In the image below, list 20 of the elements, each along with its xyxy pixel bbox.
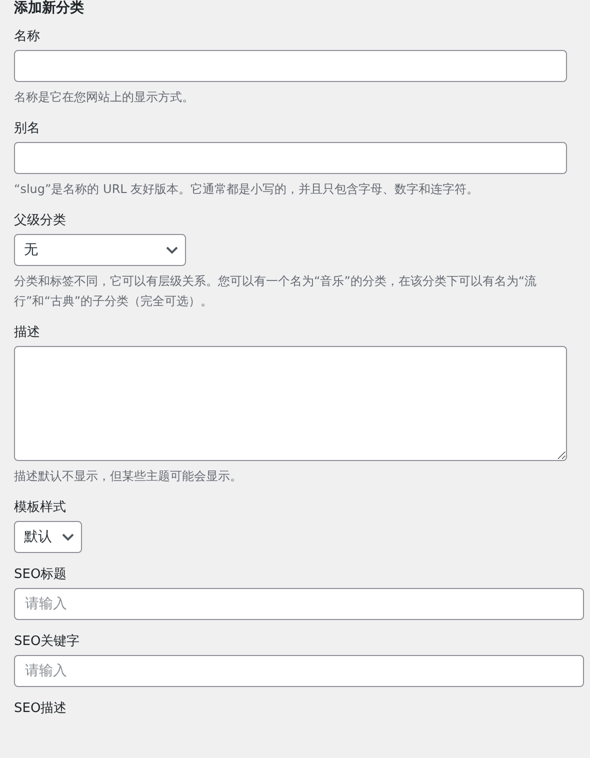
help-text: 名称是它在您网站上的显示方式。 — [14, 89, 195, 106]
section-heading: 添加新分类 — [14, 0, 85, 17]
field-label: 别名 — [14, 121, 40, 137]
help-text: 分类和标签不同，它可以有层级关系。您可以有一个名为“音乐”的分类，在该分类下可以有名为“流行”和“古典”的子分类（完全可选）。 — [14, 273, 538, 310]
help-text: 描述默认不显示，但某些主题可能会显示。 — [14, 468, 243, 485]
input-field[interactable]: 请输入 — [14, 588, 584, 620]
help-text: “slug”是名称的 URL 友好版本。它通常都是小写的，并且只包含字母、数字和连字符。 — [14, 181, 480, 198]
textarea-field[interactable] — [14, 346, 567, 461]
input-field[interactable]: 请输入 — [14, 655, 584, 687]
field-label: 描述 — [14, 325, 40, 341]
select-dropdown[interactable]: 无 — [14, 234, 186, 266]
input-field[interactable] — [14, 50, 567, 82]
select-dropdown[interactable]: 默认 — [14, 521, 82, 553]
field-label: SEO标题 — [14, 567, 67, 583]
field-label: SEO关键字 — [14, 634, 80, 650]
field-label: 父级分类 — [14, 213, 66, 229]
field-label: 模板样式 — [14, 500, 66, 516]
input-field[interactable] — [14, 142, 567, 174]
field-label: SEO描述 — [14, 701, 67, 717]
field-label: 名称 — [14, 29, 40, 45]
